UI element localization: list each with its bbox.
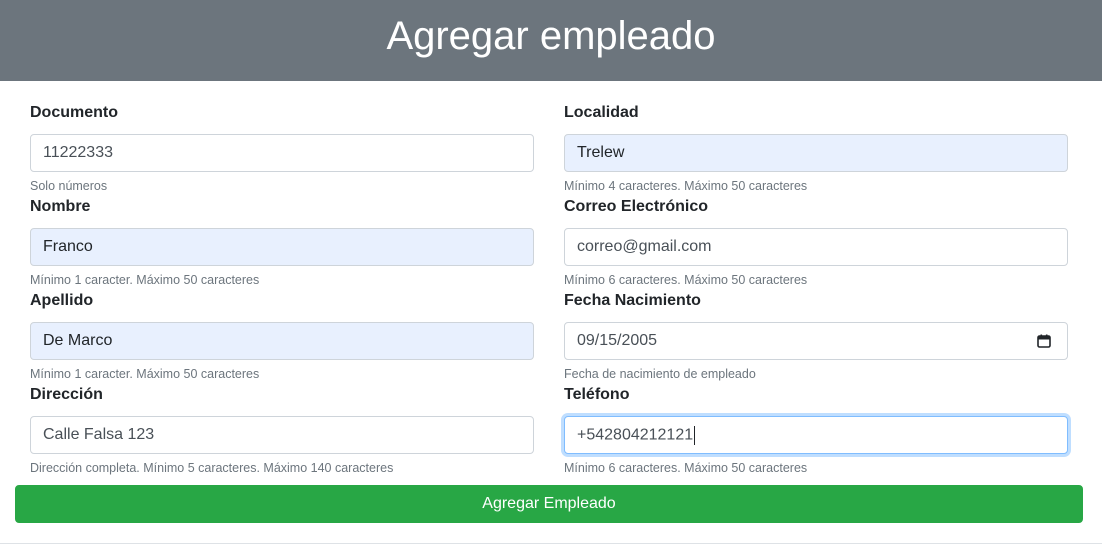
fecha-input[interactable]: 09/15/2005 [564,322,1068,360]
localidad-value: Trelew [577,144,625,161]
correo-help: Mínimo 6 caracteres. Máximo 50 caractere… [564,273,808,287]
documento-group: Documento 11222333 Solo números [30,103,534,193]
direccion-value: Calle Falsa 123 [43,426,155,443]
fecha-value: 09/15/2005 [577,332,658,349]
localidad-label: Localidad [564,104,639,121]
telefono-input[interactable]: +542804212121 [564,416,1068,454]
direccion-input[interactable]: Calle Falsa 123 [30,416,534,454]
nombre-help: Mínimo 1 caracter. Máximo 50 caracteres [30,273,260,287]
page-title: Agregar empleado [386,14,716,58]
direccion-group: Dirección Calle Falsa 123 Dirección comp… [30,385,534,475]
correo-label: Correo Electrónico [564,198,709,215]
telefono-label: Teléfono [564,386,630,403]
telefono-group: Teléfono +542804212121 Mínimo 6 caracter… [564,385,1068,475]
calendar-icon[interactable] [1037,334,1051,348]
fecha-group: Fecha Nacimiento 09/15/2005 Fecha de nac… [564,291,1068,381]
localidad-input[interactable]: Trelew [564,134,1068,172]
apellido-input[interactable]: De Marco [30,322,534,360]
documento-input[interactable]: 11222333 [30,134,534,172]
fecha-label: Fecha Nacimiento [564,292,701,309]
nombre-group: Nombre Franco Mínimo 1 caracter. Máximo … [30,197,534,287]
apellido-help: Mínimo 1 caracter. Máximo 50 caracteres [30,367,260,381]
apellido-value: De Marco [43,332,113,349]
nombre-input[interactable]: Franco [30,228,534,266]
nombre-label: Nombre [30,198,91,215]
documento-value: 11222333 [43,144,113,161]
nombre-value: Franco [43,238,93,255]
divider [0,543,1102,544]
add-employee-button[interactable]: Agregar Empleado [15,485,1083,523]
apellido-label: Apellido [30,292,94,309]
page-header: Agregar empleado [0,0,1102,81]
fecha-help: Fecha de nacimiento de empleado [564,367,756,381]
telefono-help: Mínimo 6 caracteres. Máximo 50 caractere… [564,461,808,475]
direccion-label: Dirección [30,386,103,403]
direccion-help: Dirección completa. Mínimo 5 caracteres.… [30,461,394,475]
apellido-group: Apellido De Marco Mínimo 1 caracter. Máx… [30,291,534,381]
localidad-group: Localidad Trelew Mínimo 4 caracteres. Má… [564,103,1068,193]
telefono-value: +542804212121 [577,426,694,444]
correo-input[interactable]: correo@gmail.com [564,228,1068,266]
documento-help: Solo números [30,179,108,193]
localidad-help: Mínimo 4 caracteres. Máximo 50 caractere… [564,179,808,193]
documento-label: Documento [30,104,118,121]
correo-value: correo@gmail.com [577,238,712,255]
correo-group: Correo Electrónico correo@gmail.com Míni… [564,197,1068,287]
text-caret [694,425,696,445]
